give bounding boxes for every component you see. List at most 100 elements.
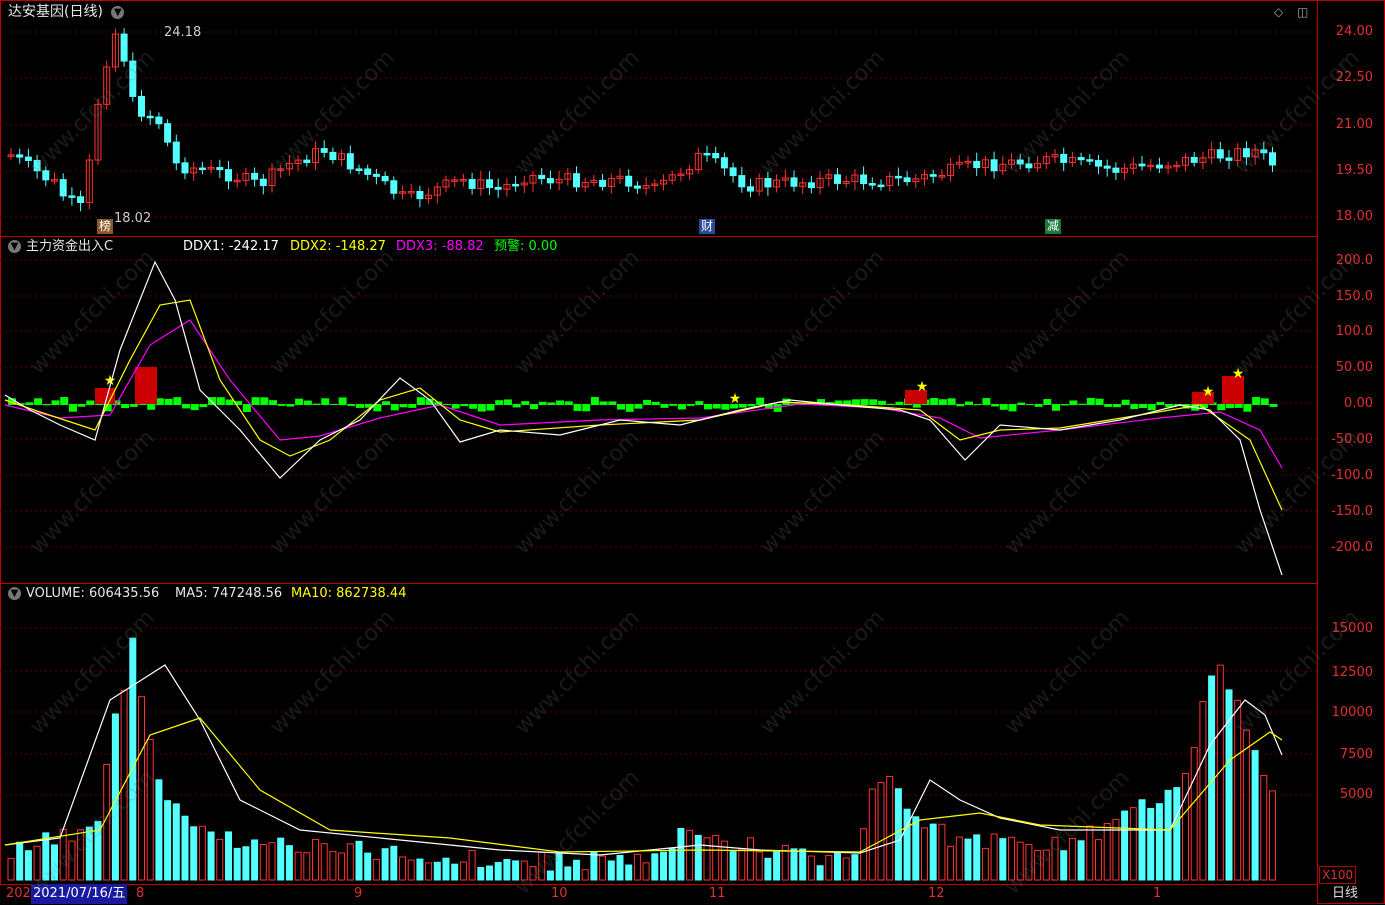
candle-body — [790, 177, 798, 187]
candle-body — [172, 141, 180, 164]
volume-bar — [816, 865, 824, 881]
candle-body — [1077, 157, 1085, 161]
volume-bar — [1208, 675, 1216, 881]
candle-body — [903, 177, 911, 183]
volume-bar — [886, 775, 894, 881]
candle-body — [120, 33, 128, 62]
candle-body — [1216, 149, 1224, 159]
volume-bar — [729, 851, 737, 881]
ddx-bar — [590, 397, 599, 405]
candle-body — [364, 168, 372, 175]
ddx-bar — [312, 403, 321, 405]
volume-bar — [538, 851, 546, 881]
volume-bar — [68, 840, 76, 881]
ddx-bar — [643, 399, 652, 405]
volume-bar — [1216, 664, 1224, 881]
volume-bar — [312, 838, 319, 881]
candle-body — [1138, 163, 1146, 167]
tag-cai[interactable]: 财 — [699, 219, 716, 234]
candle-body — [703, 152, 711, 156]
chevron-down-icon[interactable]: ▼ — [111, 5, 125, 19]
ddx-bar — [1025, 404, 1034, 406]
candle-body — [1095, 160, 1102, 167]
volume-bar — [842, 857, 850, 881]
candle-body — [303, 159, 311, 164]
candle-body — [468, 179, 476, 189]
ddx-bar — [416, 397, 425, 405]
volume-bar — [7, 858, 15, 881]
ddx-bar — [1156, 401, 1165, 405]
volume-bar — [51, 844, 58, 881]
volume-bar — [973, 834, 981, 881]
volume-bar — [633, 853, 641, 881]
ddx-bar — [1252, 397, 1261, 405]
candle-body — [712, 152, 720, 159]
candle-body — [868, 183, 876, 186]
candle-body — [807, 182, 815, 189]
tag-bang[interactable]: 榜 — [97, 219, 114, 234]
candle-body — [198, 167, 206, 171]
ddx-bar — [347, 404, 356, 406]
chevron-down-icon[interactable]: ▼ — [8, 587, 21, 600]
ddx-title: 主力资金出入C — [26, 239, 114, 254]
ddx-bar — [269, 400, 277, 405]
ddx-bar — [1008, 404, 1017, 412]
vol-tick-12500: 12500 — [1331, 665, 1373, 680]
volume-unit: X100 — [1319, 866, 1357, 884]
volume-bar — [799, 848, 807, 881]
volume-bar — [381, 848, 389, 881]
volume-bar — [198, 825, 206, 881]
ddx-bar — [686, 404, 695, 406]
month-1: 1 — [1153, 886, 1162, 901]
month-10: 10 — [551, 886, 568, 901]
ddx-bar — [216, 397, 225, 405]
ddx-bar — [973, 404, 982, 406]
ddx-bar — [886, 403, 895, 405]
candle-body — [1225, 157, 1233, 161]
candle-body — [720, 157, 728, 169]
candle-body — [1103, 165, 1111, 169]
ddx-bar — [155, 398, 164, 405]
ddx-tick-minus50: -50.00 — [1331, 432, 1373, 447]
ddx-bar — [68, 404, 77, 412]
volume-bar — [268, 842, 276, 881]
volume-bar — [581, 869, 589, 881]
candle-body — [990, 159, 998, 172]
ddx-bar — [129, 404, 138, 407]
ddx-bar — [121, 404, 130, 409]
volume-bar — [851, 854, 859, 881]
ddx-bar — [164, 398, 173, 405]
volume-bar — [825, 854, 833, 881]
volume-bar — [981, 847, 989, 881]
volume-bar — [259, 844, 267, 881]
ddx-header: ▼ 主力资金出入C — [8, 239, 113, 255]
ddx-bar — [573, 404, 582, 411]
ddx-bar — [625, 404, 634, 412]
ddx-tick-150: 150.0 — [1335, 289, 1373, 304]
volume-bar — [442, 857, 450, 881]
ddx-bar — [1060, 404, 1069, 406]
ddx-bar — [460, 404, 469, 407]
ma5-readout: MA5: 747248.56 — [175, 586, 283, 601]
tag-jian[interactable]: 减 — [1045, 219, 1062, 234]
candle-body — [1269, 152, 1276, 166]
date-axis — [0, 884, 1318, 905]
month-9: 9 — [354, 886, 363, 901]
ddx-bar — [443, 404, 451, 406]
window-toggle-icon[interactable]: ◫ — [1297, 4, 1308, 20]
candle-body — [1242, 148, 1250, 158]
volume-bar — [668, 848, 676, 881]
volume-bar — [651, 853, 659, 881]
chevron-down-icon[interactable]: ▼ — [8, 240, 21, 253]
price-tick-18: 18.00 — [1335, 209, 1373, 224]
ddx-bar — [999, 404, 1008, 410]
candle-body — [929, 174, 937, 177]
volume-bar — [1121, 810, 1129, 881]
candle-body — [1155, 164, 1163, 169]
diamond-icon[interactable]: ◇ — [1274, 4, 1283, 20]
volume-bar — [225, 831, 232, 881]
ddx-bar — [242, 404, 251, 412]
candle-body — [216, 167, 224, 171]
price-tick-19-5: 19.50 — [1335, 163, 1373, 178]
period-label[interactable]: 日线 — [1332, 884, 1358, 904]
